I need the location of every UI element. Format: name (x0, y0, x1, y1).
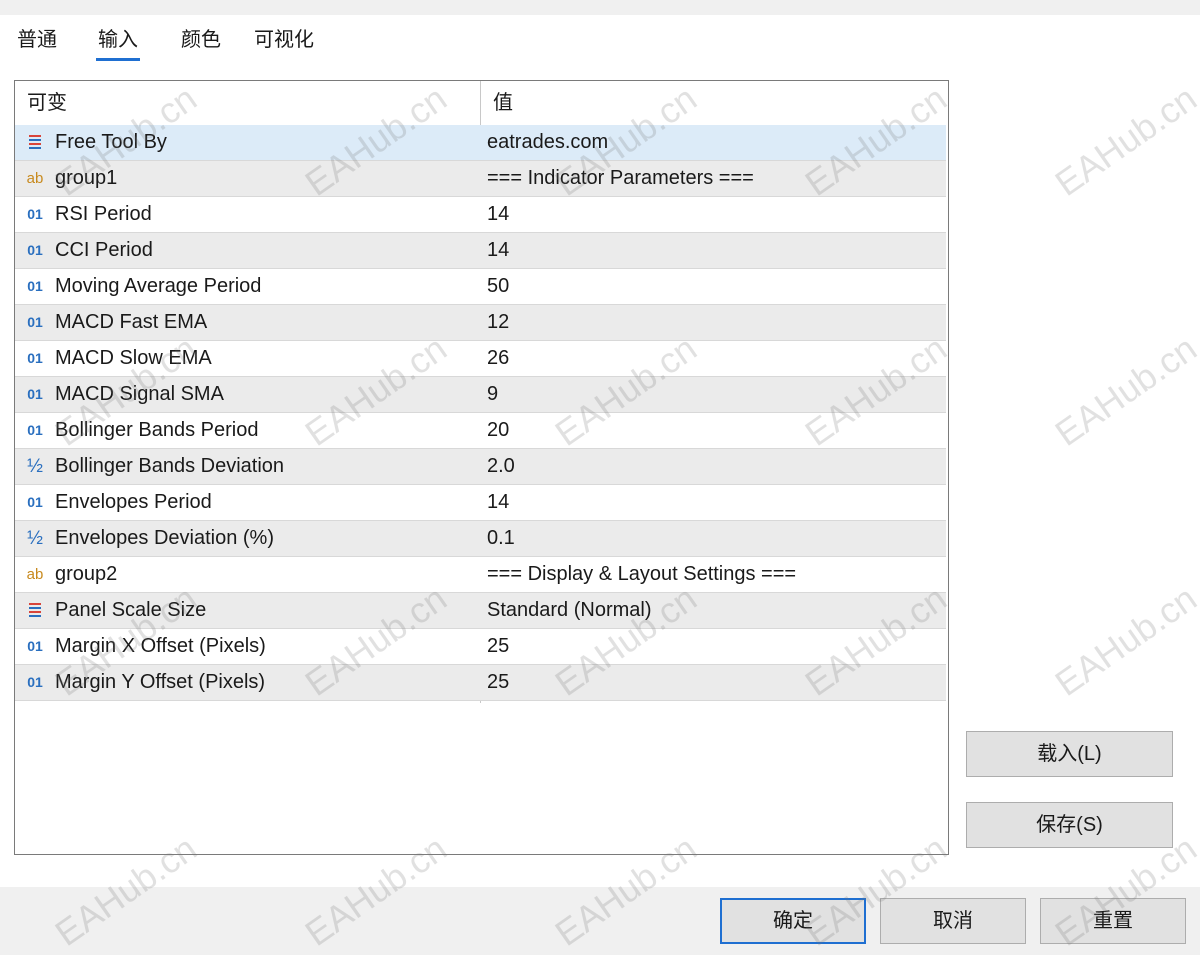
ok-button[interactable]: 确定 (720, 898, 866, 944)
header-variable[interactable]: 可变 (15, 81, 480, 125)
watermark-text: EAHub.cn (1047, 577, 1200, 704)
integer-type-icon: 01 (27, 638, 43, 654)
header-value[interactable]: 值 (481, 81, 946, 125)
param-value[interactable]: eatrades.com (481, 125, 946, 160)
param-name-cell: 01 CCI Period (15, 233, 480, 268)
enum-icon (23, 125, 47, 160)
param-row[interactable]: 01 MACD Signal SMA 9 (15, 377, 946, 413)
param-name: Bollinger Bands Deviation (55, 455, 285, 477)
param-name-cell: 01 MACD Signal SMA (15, 377, 480, 412)
param-row[interactable]: 01 RSI Period 14 (15, 197, 946, 233)
inputs-grid[interactable]: 可变 值 Free Tool By eatrades.com ab group1 ===… (14, 80, 949, 855)
integer-type-icon: 01 (27, 242, 43, 258)
watermark-text: EAHub.cn (1047, 77, 1200, 204)
param-value[interactable]: 14 (481, 233, 946, 268)
param-value[interactable]: === Indicator Parameters === (481, 161, 946, 196)
param-value[interactable]: 25 (481, 629, 946, 664)
param-name: Free Tool By (55, 131, 167, 153)
tab-colors[interactable]: 颜色 (179, 23, 223, 58)
integer-type-icon: 01 (27, 314, 43, 330)
enum-icon (23, 593, 47, 628)
param-row[interactable]: 01 MACD Fast EMA 12 (15, 305, 946, 341)
integer-type-icon: 01 (27, 674, 43, 690)
param-name: Margin Y Offset (Pixels) (55, 671, 266, 693)
param-name: CCI Period (55, 239, 153, 261)
param-row[interactable]: 01 CCI Period 14 (15, 233, 946, 269)
param-value[interactable]: === Display & Layout Settings === (481, 557, 946, 592)
param-value[interactable]: 9 (481, 377, 946, 412)
param-row[interactable]: 01 Envelopes Period 14 (15, 485, 946, 521)
reset-button[interactable]: 重置 (1040, 898, 1186, 944)
param-value[interactable]: Standard (Normal) (481, 593, 946, 628)
param-name-cell: ab group2 (15, 557, 480, 592)
param-name-cell: 01 RSI Period (15, 197, 480, 232)
param-row[interactable]: 01 MACD Slow EMA 26 (15, 341, 946, 377)
tab-bar: 普通 输入 颜色 可视化 (0, 15, 1200, 65)
param-row[interactable]: ½ Bollinger Bands Deviation 2.0 (15, 449, 946, 485)
tab-inputs[interactable]: 输入 (96, 23, 140, 61)
cancel-button[interactable]: 取消 (880, 898, 1026, 944)
param-name-cell: 01 Bollinger Bands Period (15, 413, 480, 448)
double-type-icon: ½ (27, 528, 43, 549)
integer-type-icon: 01 (27, 494, 43, 510)
param-name: MACD Fast EMA (55, 311, 208, 333)
param-row[interactable]: ½ Envelopes Deviation (%) 0.1 (15, 521, 946, 557)
integer-type-icon: 01 (27, 422, 43, 438)
param-value[interactable]: 26 (481, 341, 946, 376)
param-value[interactable]: 12 (481, 305, 946, 340)
integer-type-icon: 01 (27, 206, 43, 222)
string-type-icon: ab (26, 170, 44, 187)
param-name-cell: 01 Margin X Offset (Pixels) (15, 629, 480, 664)
param-value[interactable]: 0.1 (481, 521, 946, 556)
param-row[interactable]: ab group1 === Indicator Parameters === (15, 161, 946, 197)
integer-type-icon: 01 (27, 278, 43, 294)
param-name: Envelopes Deviation (%) (55, 527, 274, 549)
param-row[interactable]: 01 Moving Average Period 50 (15, 269, 946, 305)
param-name: MACD Signal SMA (55, 383, 224, 405)
title-strip (0, 0, 1200, 15)
param-name-cell: Panel Scale Size (15, 593, 480, 628)
param-name: Envelopes Period (55, 491, 212, 513)
param-row[interactable]: 01 Margin X Offset (Pixels) 25 (15, 629, 946, 665)
param-row[interactable]: 01 Bollinger Bands Period 20 (15, 413, 946, 449)
param-row[interactable]: 01 Margin Y Offset (Pixels) 25 (15, 665, 946, 701)
param-name: group2 (55, 563, 118, 585)
param-value[interactable]: 14 (481, 197, 946, 232)
param-value[interactable]: 25 (481, 665, 946, 700)
param-value[interactable]: 50 (481, 269, 946, 304)
param-name: group1 (55, 167, 118, 189)
param-name: MACD Slow EMA (55, 347, 212, 369)
integer-type-icon: 01 (27, 386, 43, 402)
param-name: RSI Period (55, 203, 152, 225)
string-type-icon: ab (26, 566, 44, 583)
param-row[interactable]: Panel Scale Size Standard (Normal) (15, 593, 946, 629)
param-name: Moving Average Period (55, 275, 262, 297)
param-name-cell: 01 MACD Slow EMA (15, 341, 480, 376)
param-value[interactable]: 20 (481, 413, 946, 448)
param-row[interactable]: ab group2 === Display & Layout Settings ==… (15, 557, 946, 593)
param-name-cell: Free Tool By (15, 125, 480, 160)
param-name-cell: ½ Bollinger Bands Deviation (15, 449, 480, 484)
integer-type-icon: 01 (27, 350, 43, 366)
param-value[interactable]: 14 (481, 485, 946, 520)
param-name-cell: 01 Moving Average Period (15, 269, 480, 304)
param-row[interactable]: Free Tool By eatrades.com (15, 125, 946, 161)
param-name-cell: 01 MACD Fast EMA (15, 305, 480, 340)
param-name-cell: ab group1 (15, 161, 480, 196)
param-name: Panel Scale Size (55, 599, 207, 621)
tab-visualization[interactable]: 可视化 (252, 23, 316, 58)
param-name: Margin X Offset (Pixels) (55, 635, 266, 657)
param-name-cell: ½ Envelopes Deviation (%) (15, 521, 480, 556)
param-value[interactable]: 2.0 (481, 449, 946, 484)
tab-general[interactable]: 普通 (15, 23, 59, 58)
double-type-icon: ½ (27, 456, 43, 477)
param-name-cell: 01 Envelopes Period (15, 485, 480, 520)
watermark-text: EAHub.cn (1047, 327, 1200, 454)
grid-header: 可变 值 (15, 81, 948, 125)
load-button[interactable]: 载入(L) (966, 731, 1173, 777)
save-button[interactable]: 保存(S) (966, 802, 1173, 848)
param-name: Bollinger Bands Period (55, 419, 259, 441)
param-name-cell: 01 Margin Y Offset (Pixels) (15, 665, 480, 700)
